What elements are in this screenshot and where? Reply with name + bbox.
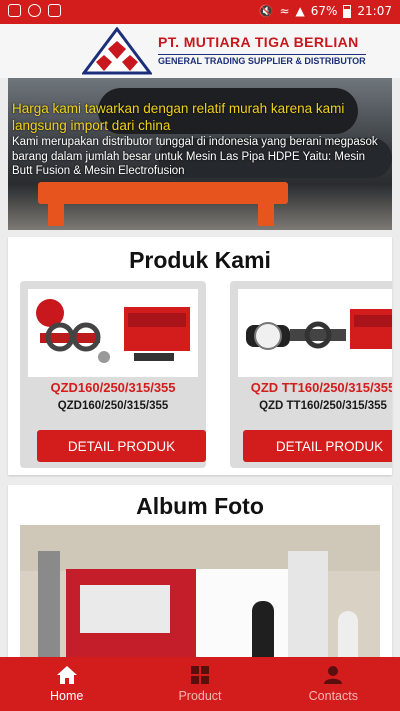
album-title: Album Foto [136,493,264,519]
alarm-icon [28,4,41,17]
nav-contacts-label: Contacts [308,689,358,703]
hero-banner: Harga kami tawarkan dengan relatif murah… [8,78,392,230]
product-image [28,289,198,377]
nav-product-label: Product [178,689,222,703]
album-section: Album Foto [8,485,392,657]
photo-poster [80,585,170,633]
detail-product-button[interactable]: DETAIL PRODUK [37,430,206,462]
photo-white-booth [196,569,292,657]
nav-contacts[interactable]: Contacts [267,657,400,711]
hero-machine-leg [48,202,64,226]
products-title: Produk Kami [129,247,271,273]
notification-icon [8,4,21,17]
company-name: PT. MUTIARA TIGA BERLIAN [158,34,359,50]
wifi-icon: ≈ [279,4,290,18]
product-image [238,289,392,377]
signal-icon: ▲ [295,4,305,18]
album-photo[interactable] [20,525,380,657]
photo-pillar [38,551,60,657]
grid-icon [190,666,209,684]
photo-standee [288,551,328,657]
nav-product[interactable]: Product [133,657,266,711]
product-model: QZD TT160/250/315/355 [259,400,387,412]
company-logo [82,27,152,75]
hero-machine-leg [258,202,274,226]
bottom-navigation: Home Product Contacts [0,657,400,711]
clock: 21:07 [357,4,392,18]
nav-home[interactable]: Home [0,657,133,711]
company-tagline: GENERAL TRADING SUPPLIER & DISTRIBUTOR [158,54,366,66]
product-name: QZD160/250/315/355 [50,380,176,395]
home-icon [56,666,77,684]
butt-fusion-machine-illustration [246,309,392,350]
hero-description: Kami merupakan distributor tunggal di in… [12,136,378,177]
product-name: QZD TT160/250/315/355 [250,380,392,395]
nav-home-label: Home [49,689,84,703]
shopping-bag-icon [48,4,61,17]
product-card: QZD TT160/250/315/355 QZD TT160/250/315/… [230,281,392,468]
product-model: QZD160/250/315/355 [57,400,169,412]
product-card: QZD160/250/315/355 QZD160/250/315/355 DE… [20,281,206,468]
app-header: PT. MUTIARA TIGA BERLIAN GENERAL TRADING… [0,24,400,78]
mute-icon: 🔇 [258,4,274,18]
person-icon [324,666,343,684]
photo-person [338,611,358,657]
battery-percent: 67% [310,4,338,18]
detail-product-button[interactable]: DETAIL PRODUK [243,430,392,462]
status-bar: 🔇 ≈ ▲ 67% 21:07 [0,0,400,24]
butt-fusion-machine-illustration [36,299,190,363]
products-section: Produk Kami QZD160/250/315/355 QZD160/25… [8,237,392,475]
photo-person [252,601,274,657]
hero-headline: Harga kami tawarkan dengan relatif murah… [12,101,345,133]
battery-icon [343,4,352,18]
hero-machine-frame [38,182,288,204]
